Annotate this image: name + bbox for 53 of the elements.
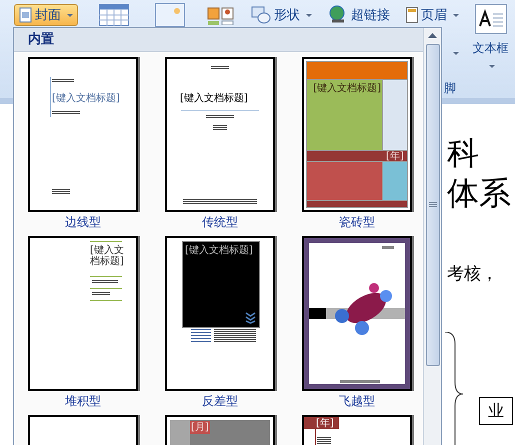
- hyperlink-button[interactable]: 超链接: [323, 4, 395, 26]
- cover-thumbnail[interactable]: [月]: [165, 415, 275, 445]
- placeholder-lines: [211, 66, 229, 69]
- textbox-label[interactable]: 文本框: [472, 40, 508, 57]
- placeholder-lines: [92, 292, 110, 295]
- thumbnail-month: [月]: [190, 421, 210, 434]
- textbox-icon: [474, 4, 506, 34]
- cover-thumbnail[interactable]: [键入文档标题]: [28, 57, 138, 212]
- placeholder-lines: [52, 79, 74, 82]
- chevron-icon: [245, 312, 256, 324]
- grip-icon: [428, 202, 436, 208]
- document-text: 体系: [447, 173, 511, 214]
- cover-name[interactable]: 边线型: [65, 212, 101, 232]
- cover-name[interactable]: 传统型: [202, 212, 238, 232]
- shapes-icon: [251, 6, 271, 24]
- cover-name[interactable]: 瓷砖型: [339, 212, 375, 232]
- placeholder-lines: [191, 329, 211, 343]
- cover-button[interactable]: 封面: [14, 4, 78, 26]
- thumbnail-title: [键入文档标题]: [185, 245, 254, 256]
- caret-icon: [453, 52, 459, 55]
- cover-thumbnail[interactable]: [键入文档标题]: [28, 236, 138, 391]
- cover-thumbnail[interactable]: [年]: [302, 415, 412, 445]
- shapes-button[interactable]: 形状: [246, 4, 317, 26]
- thumbnail-year: [年]: [316, 418, 334, 429]
- thumbnail-title: [键入文档标题]: [52, 93, 120, 104]
- cover-name[interactable]: 飞越型: [339, 391, 375, 411]
- placeholder-lines: [52, 189, 70, 194]
- thumbnail-year: [年]: [386, 151, 404, 162]
- thumbnail-title: [键入文档标题]: [180, 93, 248, 104]
- cover-name[interactable]: 反差型: [202, 391, 238, 411]
- cover-thumbnail[interactable]: [键入文档标题]: [165, 57, 275, 212]
- scrollbar[interactable]: [423, 28, 441, 445]
- document-text: 科: [447, 133, 479, 174]
- header-button[interactable]: 页眉: [401, 4, 464, 26]
- placeholder-lines: [92, 280, 118, 283]
- placeholder-lines: [214, 329, 256, 343]
- document-box: 业: [479, 397, 513, 425]
- placeholder-lines: [317, 437, 331, 445]
- scroll-thumb[interactable]: [426, 44, 440, 366]
- document-text: 考核，: [447, 263, 498, 285]
- cover-thumbnail[interactable]: [键入文档标题] [年]: [302, 57, 412, 212]
- thumbnail-title: [键入文档标题]: [90, 245, 125, 267]
- placeholder-lines: [206, 115, 234, 118]
- page-icon: [406, 7, 418, 23]
- group-label: 脚: [444, 80, 456, 97]
- placeholder-lines: [213, 125, 227, 130]
- cover-thumbnail[interactable]: [键入文档标题]: [165, 236, 275, 391]
- caret-icon: [489, 65, 495, 68]
- thumbnail-title: [键入文档标题]: [312, 83, 381, 94]
- clipart-icon: [207, 5, 235, 25]
- page-icon: [19, 7, 32, 23]
- placeholder-lines: [52, 111, 80, 114]
- cover-name[interactable]: 堆积型: [65, 391, 101, 411]
